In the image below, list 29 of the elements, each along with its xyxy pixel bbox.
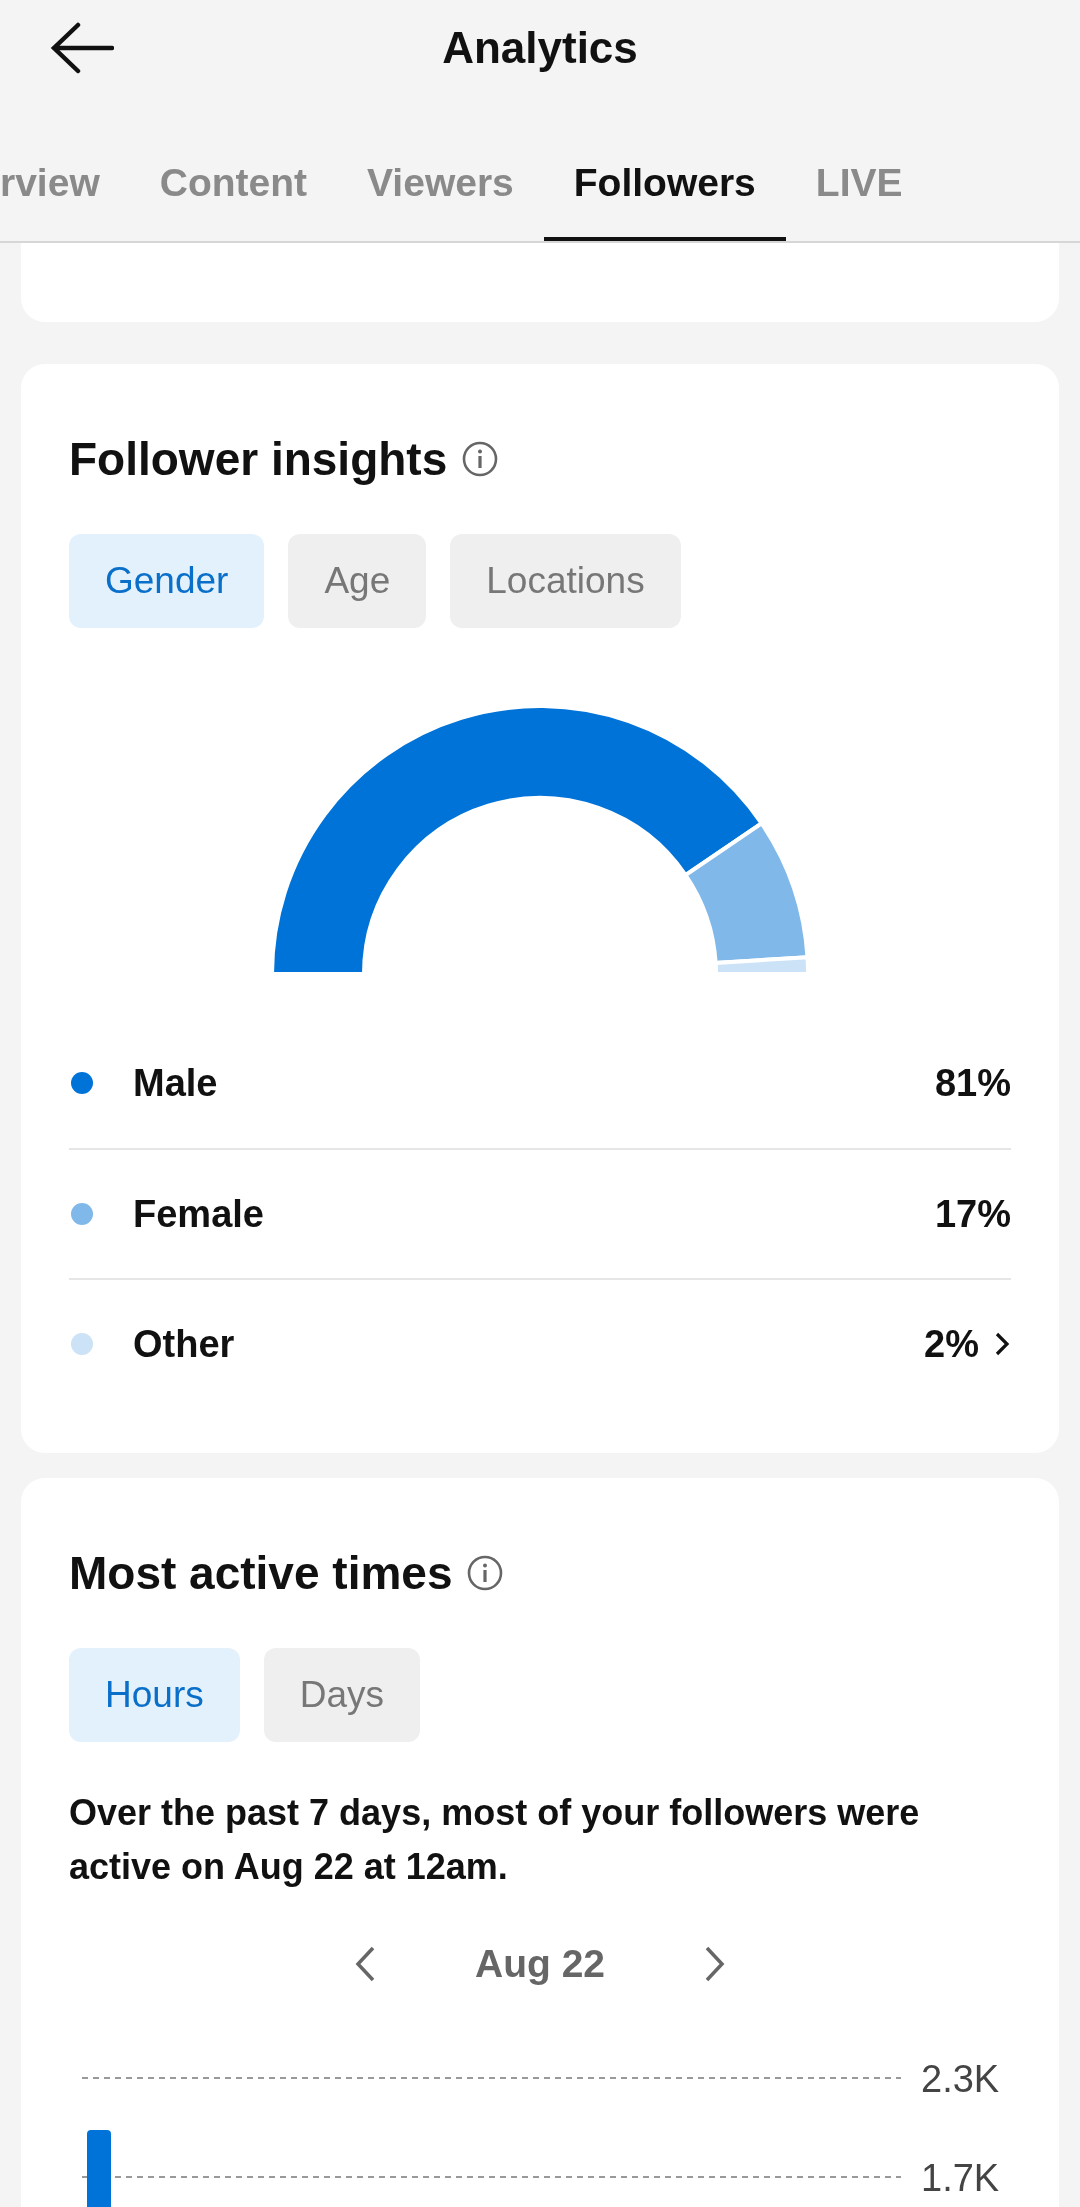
axis-label: 1.7K [921, 2157, 1000, 2199]
chevron-left-icon [353, 1944, 377, 1984]
back-arrow-icon [50, 22, 114, 74]
chevron-right-icon [703, 1944, 727, 1984]
summary-text: Over the past 7 days, most of your followers were active on Aug 22 at 12am. [69, 1791, 921, 1889]
legend-label: Male [133, 1061, 219, 1105]
legend-label: Female [133, 1192, 265, 1236]
axis-label: 2.3K [921, 2058, 1000, 2100]
filter-chip[interactable]: Gender [69, 534, 265, 628]
info-icon[interactable] [461, 440, 500, 478]
back-button[interactable] [48, 22, 116, 74]
card-title: Follower insights [69, 432, 448, 486]
filter-chip[interactable]: Hours [69, 1648, 240, 1742]
tab[interactable]: rview [0, 161, 130, 241]
tab[interactable]: LIVE [785, 161, 933, 241]
date-label: Aug 22 [475, 1942, 605, 1986]
percent-value: 81% [934, 1061, 1011, 1105]
card-title: Most active times [69, 1546, 453, 1600]
percent-value: 2% [924, 1322, 979, 1366]
legend-label: Other [133, 1322, 236, 1366]
tab[interactable]: Viewers [337, 161, 544, 241]
page-title: Analytics [442, 23, 638, 73]
filter-chip[interactable]: Days [263, 1648, 420, 1742]
chevron-right-icon[interactable] [993, 1330, 1011, 1358]
info-icon[interactable] [466, 1554, 505, 1592]
filter-chip[interactable]: Age [288, 534, 427, 628]
percent-value: 17% [934, 1192, 1011, 1236]
filter-chip[interactable]: Locations [450, 534, 681, 628]
tab[interactable]: Content [129, 161, 338, 241]
